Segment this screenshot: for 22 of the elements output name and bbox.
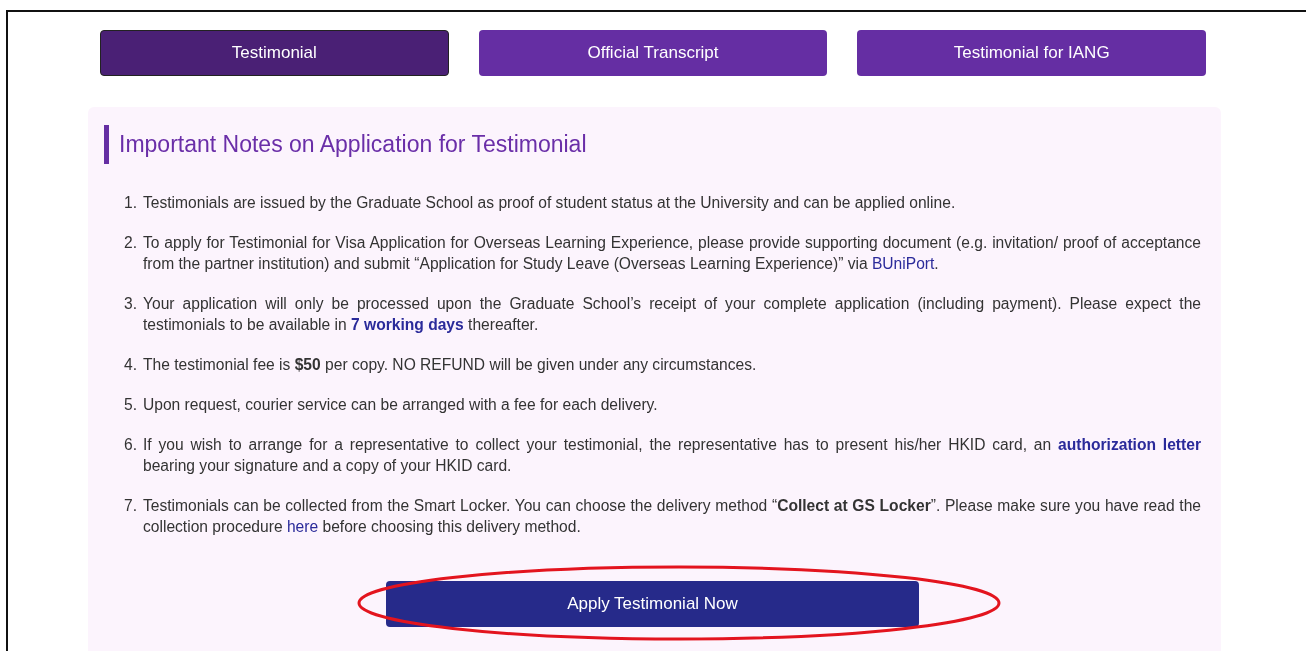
- note-text: Upon request, courier service can be arranged with a fee for each delivery.: [143, 395, 659, 415]
- notes-heading: Important Notes on Application for Testimonial: [104, 125, 1201, 164]
- link[interactable]: here: [286, 518, 319, 535]
- link[interactable]: authorization letter: [1058, 436, 1201, 453]
- note-text: If you wish to arrange for a representative to collect your testimonial, the representative has to present his/her HKID card, an authorization letter bearing your signature and a copy of your HKID card.: [143, 435, 1201, 476]
- tab[interactable]: Testimonial for IANG: [857, 30, 1206, 76]
- list-number: 6.: [124, 435, 138, 455]
- list-number: 1.: [124, 193, 138, 213]
- note-text: To apply for Testimonial for Visa Application for Overseas Learning Experience, please provide supporting document (e.g. invitation/ proof of acceptance from the partner institution) and submit “Application for Study Leave (Overseas Learning Experience)” via BUniPort.: [143, 233, 1201, 274]
- list-number: 2.: [124, 233, 138, 253]
- list-number: 7.: [124, 496, 138, 516]
- list-number: 5.: [124, 395, 138, 415]
- tab[interactable]: Testimonial: [100, 30, 449, 76]
- note-text: Testimonials are issued by the Graduate School as proof of student status at the University and can be applied online.: [143, 193, 957, 213]
- note-text: Testimonials can be collected from the Smart Locker. You can choose the delivery method “Collect at GS Locker”. Please make sure you have read the collection procedure here before choosing this delivery method.: [143, 496, 1201, 537]
- tab[interactable]: Official Transcript: [478, 30, 828, 76]
- apply-button[interactable]: Apply Testimonial Now: [386, 581, 919, 627]
- link[interactable]: 7 working days: [351, 316, 464, 333]
- list-number: 4.: [124, 355, 138, 375]
- note-text: Your application will only be processed upon the Graduate School’s receipt of your complete application (including payment). Please expect the testimonials to be available in 7 working days thereafter.: [143, 294, 1201, 335]
- list-number: 3.: [124, 294, 138, 314]
- note-text: The testimonial fee is $50 per copy. NO REFUND will be given under any circumstances.: [143, 355, 758, 375]
